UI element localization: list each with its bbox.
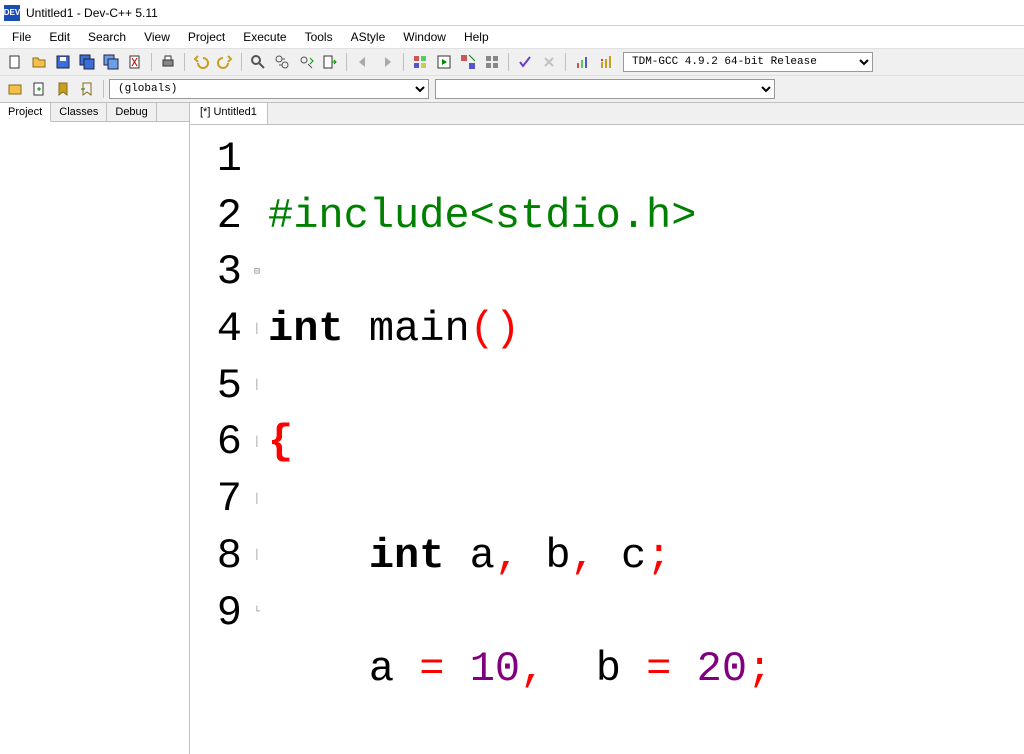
print-icon[interactable] xyxy=(157,51,179,73)
code-editor[interactable]: 1 2 3 4 5 6 7 8 9 ⊟ │ │ │ │ │ └ #i xyxy=(190,125,1024,754)
separator xyxy=(151,53,152,71)
separator xyxy=(403,53,404,71)
insert-icon[interactable] xyxy=(28,78,50,100)
line-number: 4 xyxy=(190,301,242,358)
new-file-icon[interactable] xyxy=(4,51,26,73)
menu-window[interactable]: Window xyxy=(395,28,454,46)
menu-search[interactable]: Search xyxy=(80,28,134,46)
compile-icon[interactable] xyxy=(409,51,431,73)
line-gutter: 1 2 3 4 5 6 7 8 9 xyxy=(190,125,250,754)
menubar: File Edit Search View Project Execute To… xyxy=(0,26,1024,48)
main-area: Project Classes Debug [*] Untitled1 1 2 … xyxy=(0,102,1024,754)
sidebar-tab-debug[interactable]: Debug xyxy=(107,103,156,121)
app-icon: DEV xyxy=(4,5,20,21)
menu-file[interactable]: File xyxy=(4,28,39,46)
sidebar-content xyxy=(0,122,189,754)
symbol-select[interactable] xyxy=(435,79,775,99)
fold-toggle-icon[interactable]: ⊟ xyxy=(250,244,264,301)
compiler-select[interactable]: TDM-GCC 4.9.2 64-bit Release xyxy=(623,52,873,72)
editor-area: [*] Untitled1 1 2 3 4 5 6 7 8 9 ⊟ │ │ │ xyxy=(190,103,1024,754)
find-icon[interactable] xyxy=(247,51,269,73)
forward-icon[interactable] xyxy=(376,51,398,73)
code-content[interactable]: #include<stdio.h> int main() { int a, b,… xyxy=(264,125,1024,754)
window-title: Untitled1 - Dev-C++ 5.11 xyxy=(26,6,158,20)
line-number: 5 xyxy=(190,358,242,415)
menu-help[interactable]: Help xyxy=(456,28,497,46)
editor-tabs: [*] Untitled1 xyxy=(190,103,1024,125)
line-number: 7 xyxy=(190,471,242,528)
keyword: int xyxy=(268,305,344,353)
fold-column: ⊟ │ │ │ │ │ └ xyxy=(250,125,264,754)
goto-icon[interactable] xyxy=(319,51,341,73)
debug-icon[interactable] xyxy=(595,51,617,73)
bookmark-icon[interactable] xyxy=(52,78,74,100)
goto-bookmark-icon[interactable] xyxy=(76,78,98,100)
save-all-icon[interactable] xyxy=(76,51,98,73)
brace: { xyxy=(268,418,293,466)
find-next-icon[interactable] xyxy=(295,51,317,73)
toolbar-main: TDM-GCC 4.9.2 64-bit Release xyxy=(0,48,1024,75)
sidebar: Project Classes Debug xyxy=(0,103,190,754)
replace-icon[interactable] xyxy=(271,51,293,73)
compile-run-icon[interactable] xyxy=(457,51,479,73)
open-icon[interactable] xyxy=(28,51,50,73)
toolbar-secondary: (globals) xyxy=(0,75,1024,102)
check-icon[interactable] xyxy=(514,51,536,73)
ident: main xyxy=(369,305,470,353)
menu-project[interactable]: Project xyxy=(180,28,233,46)
sidebar-tab-project[interactable]: Project xyxy=(0,103,51,122)
back-icon[interactable] xyxy=(352,51,374,73)
globals-select[interactable]: (globals) xyxy=(109,79,429,99)
separator xyxy=(346,53,347,71)
menu-view[interactable]: View xyxy=(136,28,178,46)
separator xyxy=(241,53,242,71)
line-number: 1 xyxy=(190,131,242,188)
separator xyxy=(184,53,185,71)
menu-execute[interactable]: Execute xyxy=(235,28,294,46)
clean-icon[interactable] xyxy=(538,51,560,73)
sidebar-tab-classes[interactable]: Classes xyxy=(51,103,107,121)
line-number: 2 xyxy=(190,188,242,245)
run-icon[interactable] xyxy=(433,51,455,73)
menu-edit[interactable]: Edit xyxy=(41,28,78,46)
separator xyxy=(565,53,566,71)
profile-icon[interactable] xyxy=(571,51,593,73)
titlebar: DEV Untitled1 - Dev-C++ 5.11 xyxy=(0,0,1024,26)
undo-icon[interactable] xyxy=(190,51,212,73)
separator xyxy=(508,53,509,71)
save-all-proj-icon[interactable] xyxy=(100,51,122,73)
save-icon[interactable] xyxy=(52,51,74,73)
sidebar-tabs: Project Classes Debug xyxy=(0,103,189,122)
editor-tab-untitled1[interactable]: [*] Untitled1 xyxy=(190,103,268,124)
menu-tools[interactable]: Tools xyxy=(297,28,341,46)
line-number: 9 xyxy=(190,585,242,642)
close-file-icon[interactable] xyxy=(124,51,146,73)
redo-icon[interactable] xyxy=(214,51,236,73)
menu-astyle[interactable]: AStyle xyxy=(343,28,394,46)
separator xyxy=(103,80,104,98)
line-number: 3 xyxy=(190,244,242,301)
rebuild-icon[interactable] xyxy=(481,51,503,73)
new-project-icon[interactable] xyxy=(4,78,26,100)
line-number: 8 xyxy=(190,528,242,585)
line-number: 6 xyxy=(190,414,242,471)
preproc: #include<stdio.h> xyxy=(268,192,696,240)
